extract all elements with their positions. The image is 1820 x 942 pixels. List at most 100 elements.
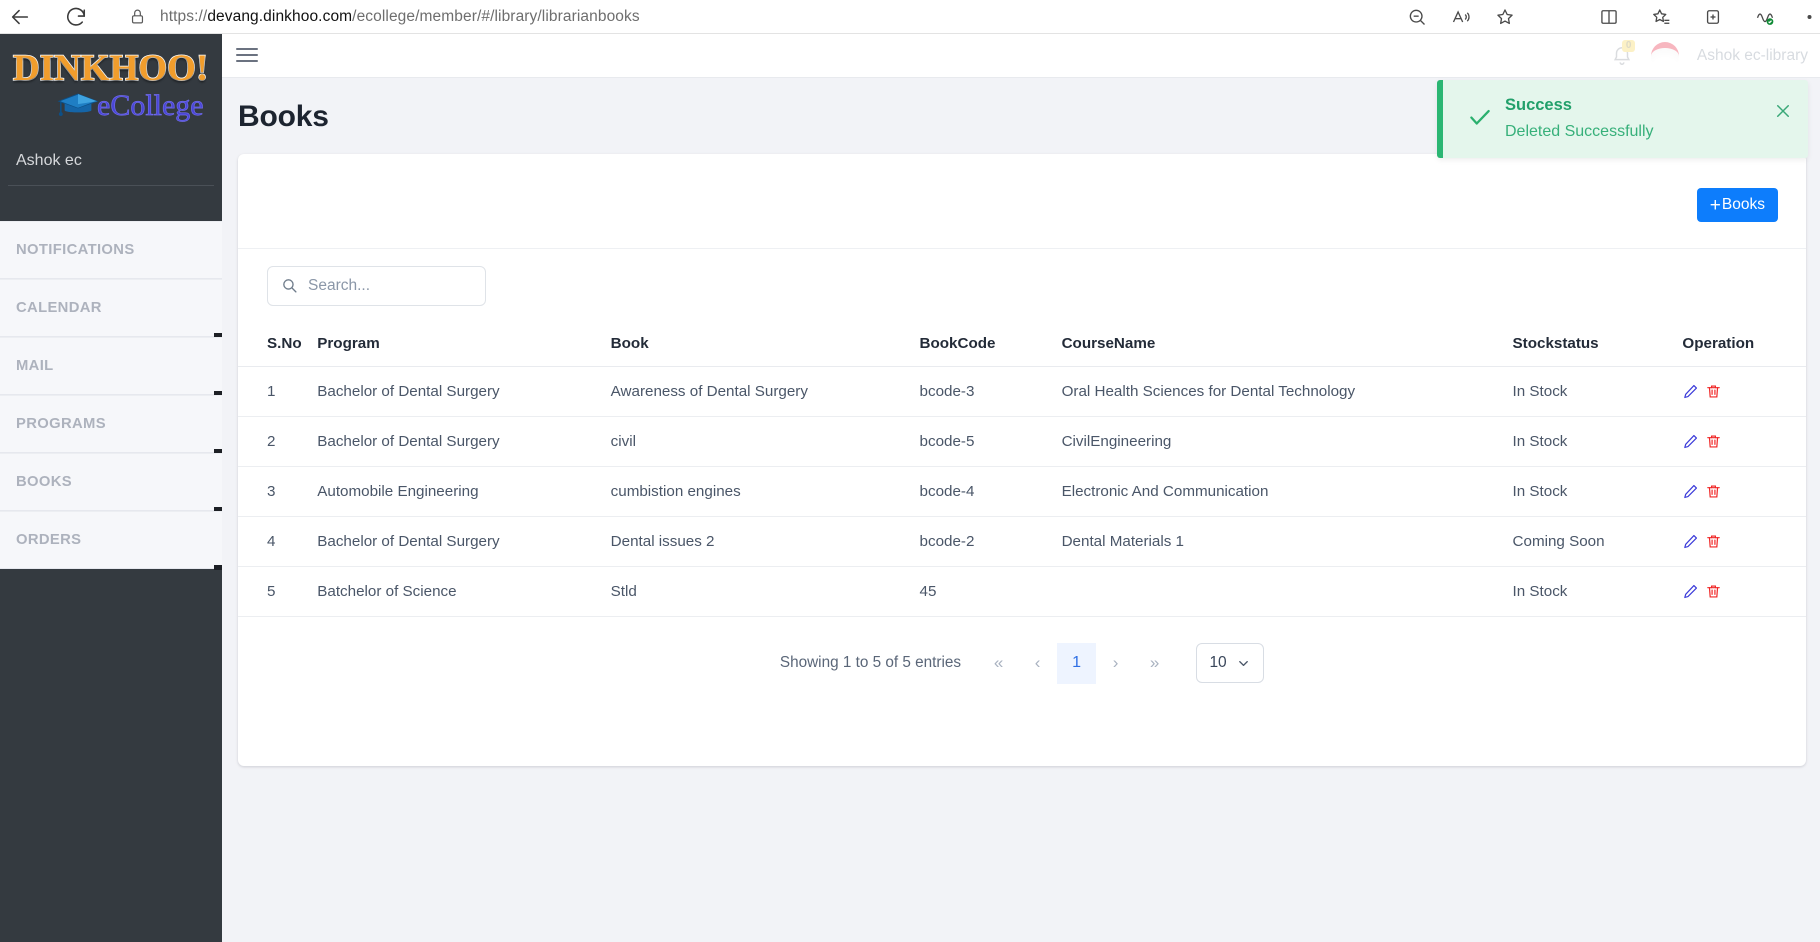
pagination-next-button[interactable]: › [1096,644,1135,683]
cell-sno: 2 [238,416,318,467]
collections-add-icon[interactable] [1703,7,1723,27]
cell-stockstatus: In Stock [1512,566,1683,617]
cell-sno: 1 [238,366,318,417]
split-screen-icon[interactable] [1599,7,1619,27]
delete-trash-icon[interactable] [1705,433,1722,450]
avatar[interactable] [1650,42,1679,70]
column-header-program[interactable]: Program [317,322,611,367]
notification-count-badge: 0 [1621,40,1636,52]
pagination-info: Showing 1 to 5 of 5 entries [779,654,962,671]
app-root: DINKHOO! eCollege Ashok ec NOTIFICATIONS… [0,34,1820,942]
cell-book: Dental issues 2 [610,516,920,567]
delete-trash-icon[interactable] [1705,383,1722,400]
logo-subtext: eCollege [97,89,204,123]
cell-program: Bachelor of Dental Surgery [317,516,611,567]
column-header-book[interactable]: Book [610,322,920,367]
hamburger-menu-icon[interactable] [236,45,258,65]
browser-essentials-icon[interactable] [1755,7,1775,27]
check-icon [1470,109,1490,125]
sidebar-item-programs[interactable]: PROGRAMS [0,395,222,454]
search-input[interactable] [308,276,458,295]
sidebar-item-mail[interactable]: MAIL [0,337,222,396]
cell-book: cumbistion engines [610,466,920,517]
toast-title: Success [1505,96,1572,114]
url-domain: devang.dinkhoo.com [207,7,353,25]
read-aloud-icon[interactable] [1451,7,1471,27]
search-icon [283,279,297,293]
sidebar-item-books[interactable]: BOOKS [0,453,222,512]
page-size-value: 10 [1209,654,1227,671]
edit-pencil-icon[interactable] [1682,583,1699,600]
topbar-username[interactable]: Ashok ec-library [1697,47,1808,65]
pagination: Showing 1 to 5 of 5 entries « ‹ 1 › » 10 [238,617,1806,709]
delete-trash-icon[interactable] [1705,533,1722,550]
sidebar-item-label: ORDERS [16,532,82,548]
cell-operation [1682,366,1806,417]
browser-action-icons [1599,0,1812,33]
pagination-page-1[interactable]: 1 [1057,642,1097,684]
column-header-bookcode[interactable]: BookCode [919,322,1062,367]
cell-operation [1682,466,1806,517]
sidebar-nav: NOTIFICATIONS CALENDAR MAIL PROGRAMS BOO… [0,221,222,570]
pagination-last-button[interactable]: » [1135,644,1174,683]
cell-program: Bachelor of Dental Surgery [317,366,611,417]
edit-pencil-icon[interactable] [1682,383,1699,400]
add-books-label: Books [1721,196,1765,213]
column-header-coursename[interactable]: CourseName [1061,322,1513,367]
logo-wordmark: DINKHOO! [12,47,209,90]
search-zone [238,248,1806,322]
sidebar-item-notifications[interactable]: NOTIFICATIONS [0,221,222,279]
topbar-actions: 0 Ashok ec-library [1611,34,1808,78]
app-logo[interactable]: DINKHOO! eCollege [0,34,222,148]
cell-operation [1682,566,1806,617]
favorites-list-icon[interactable] [1651,7,1671,27]
url-scheme: https:// [160,7,208,25]
cell-program: Automobile Engineering [317,466,611,517]
graduation-cap-icon [57,93,99,116]
reload-icon[interactable] [56,0,96,33]
cell-book: civil [610,416,920,467]
cell-stockstatus: In Stock [1512,366,1683,417]
settings-more-icon[interactable] [1807,7,1812,27]
sidebar-item-label: CALENDAR [16,300,102,316]
card-toolbar: + Books [238,154,1806,248]
search-box[interactable] [267,265,486,306]
back-arrow-icon[interactable] [0,0,40,33]
table-row: 2 Bachelor of Dental Surgery civil bcode… [238,416,1806,467]
success-toast: Success Deleted Successfully [1437,80,1808,158]
table-head: S.No Program Book BookCode CourseName St… [238,322,1806,367]
delete-trash-icon[interactable] [1705,483,1722,500]
cell-stockstatus: In Stock [1512,416,1683,467]
cell-book: Awareness of Dental Surgery [610,366,920,417]
favorite-star-icon[interactable] [1495,7,1515,27]
add-books-button[interactable]: + Books [1696,188,1778,222]
sidebar-item-calendar[interactable]: CALENDAR [0,279,222,338]
zoom-out-icon[interactable] [1407,7,1427,27]
table-row: 5 Batchelor of Science Stld 45 In Stock [238,566,1806,617]
books-table: S.No Program Book BookCode CourseName St… [238,322,1806,617]
notification-bell-icon[interactable]: 0 [1611,40,1636,67]
table-header-row: S.No Program Book BookCode CourseName St… [238,322,1806,367]
cell-bookcode: bcode-4 [919,466,1062,517]
cell-sno: 4 [238,516,318,567]
pagination-prev-button[interactable]: ‹ [1018,644,1057,683]
edit-pencil-icon[interactable] [1682,483,1699,500]
close-icon[interactable] [1774,102,1792,120]
cell-stockstatus: Coming Soon [1512,516,1683,567]
address-bar[interactable]: https://devang.dinkhoo.com/ecollege/memb… [115,2,1511,31]
table-row: 4 Bachelor of Dental Surgery Dental issu… [238,516,1806,567]
column-header-sno[interactable]: S.No [238,322,318,367]
delete-trash-icon[interactable] [1705,583,1722,600]
address-bar-icons [1407,0,1515,33]
url-text: https://devang.dinkhoo.com/ecollege/memb… [160,8,640,26]
column-header-stockstatus[interactable]: Stockstatus [1512,322,1683,367]
edit-pencil-icon[interactable] [1682,533,1699,550]
sidebar-item-orders[interactable]: ORDERS [0,511,222,570]
pagination-first-button[interactable]: « [979,644,1018,683]
edit-pencil-icon[interactable] [1682,433,1699,450]
cell-sno: 3 [238,466,318,517]
table-body: 1 Bachelor of Dental Surgery Awareness o… [238,366,1806,617]
page-size-select[interactable]: 10 [1196,643,1265,683]
cell-operation [1682,416,1806,467]
cell-operation [1682,516,1806,567]
